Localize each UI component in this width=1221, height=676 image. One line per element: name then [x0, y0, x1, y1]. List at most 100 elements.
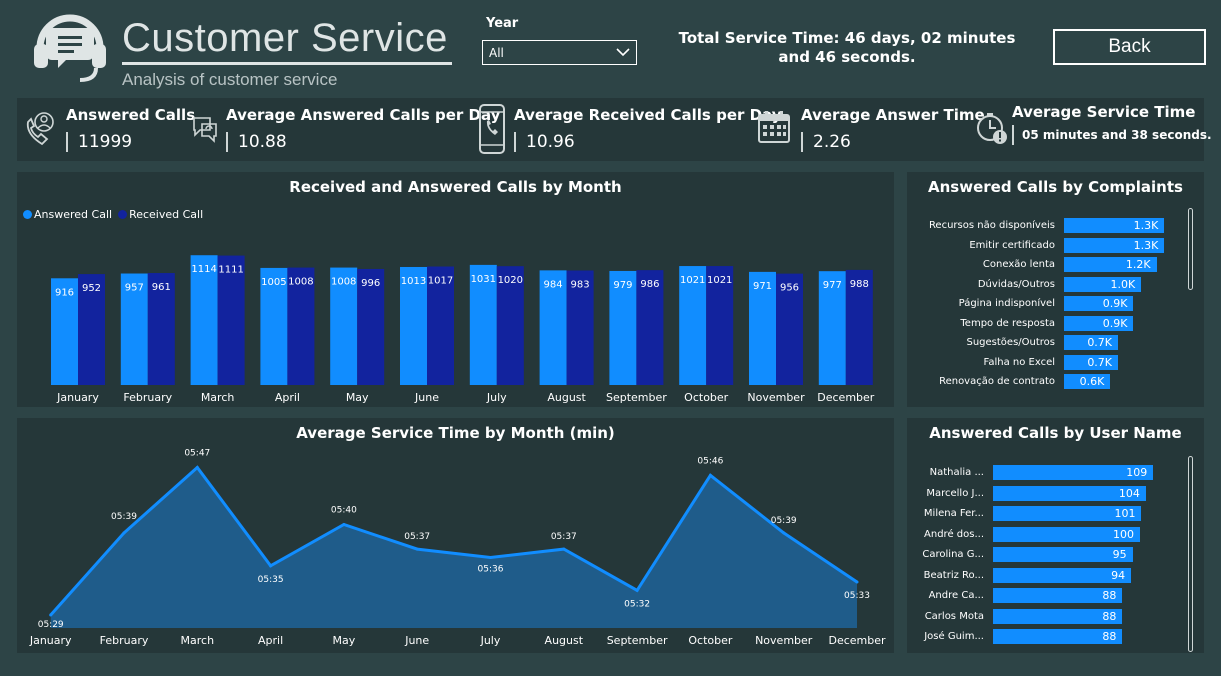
bar-row[interactable]: Carlos Mota 88: [907, 608, 1187, 624]
bar[interactable]: 104: [993, 485, 1146, 501]
bar[interactable]: 0.7K: [1064, 354, 1119, 370]
bar[interactable]: 1.3K: [1064, 218, 1165, 233]
bar-row[interactable]: Marcello J... 104: [907, 485, 1187, 501]
data-label: 986: [640, 279, 659, 290]
bar-row[interactable]: Falha no Excel 0.7K: [907, 354, 1187, 370]
kpi-bar: Answered Calls 11999 Average Answered Ca…: [17, 98, 1212, 161]
x-tick-label: November: [755, 634, 813, 647]
bar-category-label: Falha no Excel: [983, 356, 1055, 368]
bar-row[interactable]: Nathalia ... 109: [907, 465, 1187, 480]
year-dropdown-value: All: [489, 46, 504, 60]
bar-row[interactable]: Página indisponível 0.9K: [907, 296, 1187, 311]
x-tick-label: April: [258, 634, 283, 647]
x-tick-label: August: [545, 634, 584, 647]
bar-row[interactable]: André dos... 100: [907, 526, 1187, 542]
bar-row[interactable]: Recursos não disponíveis 1.3K: [907, 218, 1187, 233]
bar-row[interactable]: Carolina G... 95: [907, 547, 1187, 562]
data-point[interactable]: [269, 564, 273, 568]
bar-row[interactable]: José Guim... 88: [907, 629, 1187, 644]
bar[interactable]: 0.9K: [1064, 315, 1134, 331]
kpi-value: 10.88: [226, 132, 287, 152]
bar-row[interactable]: Milena Fer... 101: [907, 506, 1187, 521]
data-point[interactable]: [489, 555, 492, 559]
bar[interactable]: 88: [993, 629, 1123, 644]
scrollbar[interactable]: [1188, 208, 1193, 290]
data-label: 956: [780, 283, 799, 294]
bar-row[interactable]: Dúvidas/Outros 1.0K: [907, 276, 1187, 292]
data-point[interactable]: [49, 613, 53, 617]
data-label: 957: [125, 283, 144, 294]
data-label: 952: [82, 283, 101, 294]
data-label: 1020: [498, 275, 523, 286]
chat-refresh-icon: [193, 117, 217, 143]
year-dropdown[interactable]: All: [482, 40, 637, 65]
bar-row[interactable]: Beatriz Ro... 94: [907, 567, 1187, 583]
x-tick-label: July: [486, 391, 507, 404]
bar[interactable]: 88: [993, 588, 1123, 603]
x-tick-label: February: [100, 634, 149, 647]
x-tick-label: March: [181, 634, 215, 647]
bar[interactable]: 1.0K: [1064, 276, 1142, 292]
data-point[interactable]: [195, 465, 199, 469]
bar-row[interactable]: Emitir certificado 1.3K: [907, 237, 1187, 253]
bar-category-label: Dúvidas/Outros: [977, 278, 1055, 290]
kpi-avg-received-per-day: Average Received Calls per Day 10.96: [477, 98, 782, 161]
scrollbar[interactable]: [1188, 456, 1193, 652]
bar-row[interactable]: Renovação de contrato 0.6K: [907, 374, 1187, 389]
bar[interactable]: 1.2K: [1064, 257, 1157, 272]
bar-row[interactable]: Conexão lenta 1.2K: [907, 257, 1187, 272]
kpi-value: 2.26: [801, 132, 851, 152]
bar-value-label: 0.9K: [1102, 297, 1128, 310]
data-label: 05:40: [331, 506, 357, 516]
data-label: 05:29: [38, 620, 64, 630]
data-label: 1008: [331, 277, 356, 288]
bar-row[interactable]: Andre Ca... 88: [907, 588, 1187, 603]
service-time-panel: Average Service Time by Month (min) 05:2…: [17, 418, 894, 653]
bar[interactable]: 109: [993, 465, 1154, 480]
bar-row[interactable]: Sugestões/Outros 0.7K: [907, 335, 1187, 350]
bar-category-label: Página indisponível: [958, 298, 1055, 309]
bar[interactable]: 101: [993, 506, 1142, 521]
data-point[interactable]: [635, 588, 639, 592]
data-point[interactable]: [342, 523, 346, 527]
data-label: 988: [850, 279, 869, 290]
bar[interactable]: 1.3K: [1064, 237, 1165, 253]
bar[interactable]: 95: [993, 547, 1133, 562]
back-button[interactable]: Back: [1053, 29, 1206, 65]
users-panel: Answered Calls by User Name Nathalia ...…: [907, 418, 1204, 653]
x-tick-label: May: [346, 391, 369, 404]
data-point[interactable]: [122, 531, 126, 535]
data-label: 1008: [288, 277, 313, 288]
data-point[interactable]: [415, 547, 419, 551]
data-label: 05:36: [478, 564, 504, 574]
bar-value-label: 100: [1113, 527, 1134, 541]
data-label: 05:47: [184, 448, 210, 458]
data-point[interactable]: [855, 580, 859, 584]
bar-value-label: 0.6K: [1079, 375, 1105, 388]
bar-category-label: Milena Fer...: [923, 508, 984, 519]
complaints-panel: Answered Calls by Complaints Recursos nã…: [907, 172, 1204, 407]
data-label: 05:37: [551, 532, 577, 542]
bar[interactable]: 94: [993, 567, 1132, 583]
data-label: 1013: [401, 276, 426, 287]
bar[interactable]: 88: [993, 608, 1123, 624]
bar[interactable]: 0.9K: [1064, 296, 1134, 311]
kpi-avg-answer-time: Average Answer Time 2.26: [757, 98, 985, 161]
data-label: 1031: [471, 274, 496, 285]
data-label: 983: [571, 279, 590, 290]
data-point[interactable]: [708, 473, 712, 477]
bar-category-label: Carlos Mota: [924, 610, 984, 622]
bar[interactable]: 0.6K: [1064, 374, 1111, 389]
bar-value-label: 104: [1118, 486, 1140, 500]
x-tick-label: October: [688, 634, 732, 647]
data-point[interactable]: [562, 547, 566, 551]
bar-row[interactable]: Tempo de resposta 0.9K: [907, 315, 1187, 331]
kpi-value: 05 minutes and 38 seconds.: [1012, 125, 1212, 145]
x-tick-label: April: [275, 391, 300, 404]
bar-value-label: 95: [1112, 548, 1127, 561]
phone-user-icon: [26, 112, 54, 146]
bar[interactable]: 0.7K: [1064, 335, 1119, 350]
bar[interactable]: 100: [993, 526, 1140, 542]
data-label: 961: [152, 282, 171, 293]
data-point[interactable]: [782, 531, 786, 535]
